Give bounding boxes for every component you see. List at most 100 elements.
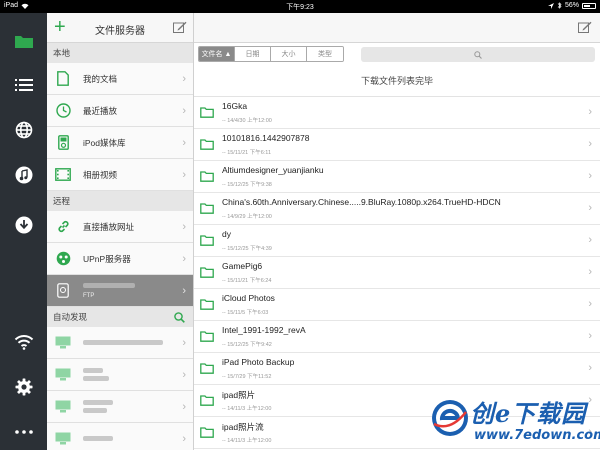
rail-wifi-button[interactable]	[0, 325, 47, 359]
rail-more-button[interactable]	[0, 415, 47, 449]
upnp-icon	[56, 251, 70, 266]
chevron-right-icon: ›	[588, 202, 592, 214]
file-row[interactable]: GamePig6 -- 15/11/21 下午6:24 ›	[194, 257, 600, 289]
folder-icon	[200, 235, 214, 246]
more-icon	[14, 430, 33, 434]
chevron-right-icon: ›	[588, 362, 592, 374]
sort-tab-name[interactable]: 文件名 ▲	[199, 47, 235, 61]
rail-network-button[interactable]	[0, 113, 47, 147]
sidebar-header: + 文件服务器	[47, 13, 193, 43]
bluetooth-icon	[557, 2, 562, 9]
file-name: Altiumdesigner_yuanjianku	[222, 165, 324, 175]
chevron-right-icon: ›	[588, 266, 592, 278]
sidebar-item-ipod-library[interactable]: iPod媒体库 ›	[47, 127, 193, 159]
watermark-logo	[432, 400, 468, 436]
status-message: 下载文件列表完毕	[194, 65, 600, 97]
edit-icon	[578, 21, 592, 33]
sidebar-title: 文件服务器	[95, 26, 145, 37]
file-date: -- 14/11/3 上午12:00	[222, 438, 272, 444]
redacted-device-name	[83, 368, 103, 373]
chevron-right-icon: ›	[588, 298, 592, 310]
section-remote: 远程	[47, 191, 193, 211]
chevron-right-icon: ›	[182, 401, 186, 413]
redacted-device-sub	[83, 376, 109, 381]
sort-segmented-control: 文件名 ▲ 日期 大小 类型	[198, 46, 344, 62]
sidebar-item-direct-url[interactable]: 直接播放网址 ›	[47, 211, 193, 243]
folder-icon	[200, 107, 214, 118]
section-remote-label: 远程	[53, 196, 71, 206]
search-input[interactable]	[361, 47, 595, 62]
discovered-device[interactable]: ›	[47, 327, 193, 359]
chevron-right-icon: ›	[588, 138, 592, 150]
status-right: 56%	[547, 2, 596, 9]
file-name: 10101816.1442907878	[222, 133, 310, 143]
file-browser: 文件名 ▲ 日期 大小 类型 下载文件列表完毕 16Gka -- 14/4/30 …	[194, 13, 600, 450]
edit-button[interactable]	[578, 21, 592, 35]
section-auto-discover: 自动发现	[47, 307, 193, 327]
status-time: 下午9:23	[286, 4, 314, 11]
folder-icon	[200, 267, 214, 278]
sort-tab-size[interactable]: 大小	[271, 47, 307, 61]
discovered-device[interactable]: ›	[47, 359, 193, 391]
rail-download-button[interactable]	[0, 208, 47, 242]
rail-list-button[interactable]	[0, 68, 47, 102]
sidebar-item-upnp[interactable]: UPnP服务器 ›	[47, 243, 193, 275]
file-date: -- 15/11/21 下午6:11	[222, 150, 272, 156]
watermark-title: 创e下载园	[470, 399, 587, 428]
file-row[interactable]: Intel_1991-1992_revA -- 15/12/25 下午9:42 ›	[194, 321, 600, 353]
sidebar-item-label: 最近播放	[83, 105, 118, 116]
status-bar: iPad 下午9:23 56%	[0, 0, 600, 13]
chevron-right-icon: ›	[588, 234, 592, 246]
edit-icon	[173, 21, 187, 33]
file-row[interactable]: dy -- 15/12/25 下午4:39 ›	[194, 225, 600, 257]
folder-icon	[200, 427, 214, 438]
discovered-device[interactable]: ›	[47, 391, 193, 423]
file-name: iCloud Photos	[222, 293, 275, 303]
file-name: iPad Photo Backup	[222, 357, 295, 367]
folder-icon	[200, 171, 214, 182]
file-date: -- 15/12/25 下午9:42	[222, 342, 272, 348]
chevron-right-icon: ›	[182, 105, 186, 117]
file-row[interactable]: 16Gka -- 14/4/30 上午12:00 ›	[194, 97, 600, 129]
folder-icon	[200, 331, 214, 342]
file-name: dy	[222, 229, 231, 239]
chevron-right-icon: ›	[588, 170, 592, 182]
sidebar-item-recent[interactable]: 最近播放 ›	[47, 95, 193, 127]
film-icon	[55, 168, 71, 181]
battery-icon	[582, 2, 596, 9]
file-date: -- 14/4/30 上午12:00	[222, 118, 272, 124]
chevron-right-icon: ›	[182, 285, 186, 297]
edit-button[interactable]	[173, 21, 187, 35]
search-icon[interactable]	[174, 311, 185, 323]
sort-tab-type[interactable]: 类型	[307, 47, 343, 61]
file-row[interactable]: iPad Photo Backup -- 15/7/29 下午11:52 ›	[194, 353, 600, 385]
file-name: GamePig6	[222, 261, 263, 271]
sidebar-item-label: UPnP服务器	[83, 253, 131, 264]
sidebar-item-my-documents[interactable]: 我的文档 ›	[47, 63, 193, 95]
rail-files-button[interactable]	[0, 24, 47, 58]
rail-settings-button[interactable]	[0, 370, 47, 404]
sidebar-item-album-videos[interactable]: 相册视频 ›	[47, 159, 193, 191]
sidebar-item-ftp-server[interactable]: FTP ›	[47, 275, 193, 307]
chevron-right-icon: ›	[182, 73, 186, 85]
file-name: ipad照片流	[222, 422, 264, 432]
rail-music-button[interactable]	[0, 158, 47, 192]
globe-icon	[15, 121, 32, 139]
discovered-device[interactable]: ›	[47, 423, 193, 450]
file-date: -- 15/7/29 下午11:52	[222, 374, 272, 380]
link-icon	[57, 220, 69, 233]
file-name: Intel_1991-1992_revA	[222, 325, 306, 335]
file-row[interactable]: iCloud Photos -- 15/11/5 下午6:03 ›	[194, 289, 600, 321]
chevron-right-icon: ›	[182, 221, 186, 233]
file-row[interactable]: Altiumdesigner_yuanjianku -- 15/12/25 下午9…	[194, 161, 600, 193]
sort-tab-date[interactable]: 日期	[235, 47, 271, 61]
download-icon	[15, 216, 32, 234]
folder-icon	[200, 363, 214, 374]
music-icon	[15, 166, 32, 184]
server-sidebar: + 文件服务器 本地 我的文档 › 最近播放 › iPod媒体库 › 相册视频 …	[47, 13, 194, 450]
hdd-icon	[57, 283, 69, 298]
gear-icon	[15, 378, 32, 396]
watermark-url: www.7edown.com	[474, 428, 600, 443]
file-row[interactable]: China's.60th.Anniversary.Chinese.....9.B…	[194, 193, 600, 225]
file-row[interactable]: 10101816.1442907878 -- 15/11/21 下午6:11 ›	[194, 129, 600, 161]
